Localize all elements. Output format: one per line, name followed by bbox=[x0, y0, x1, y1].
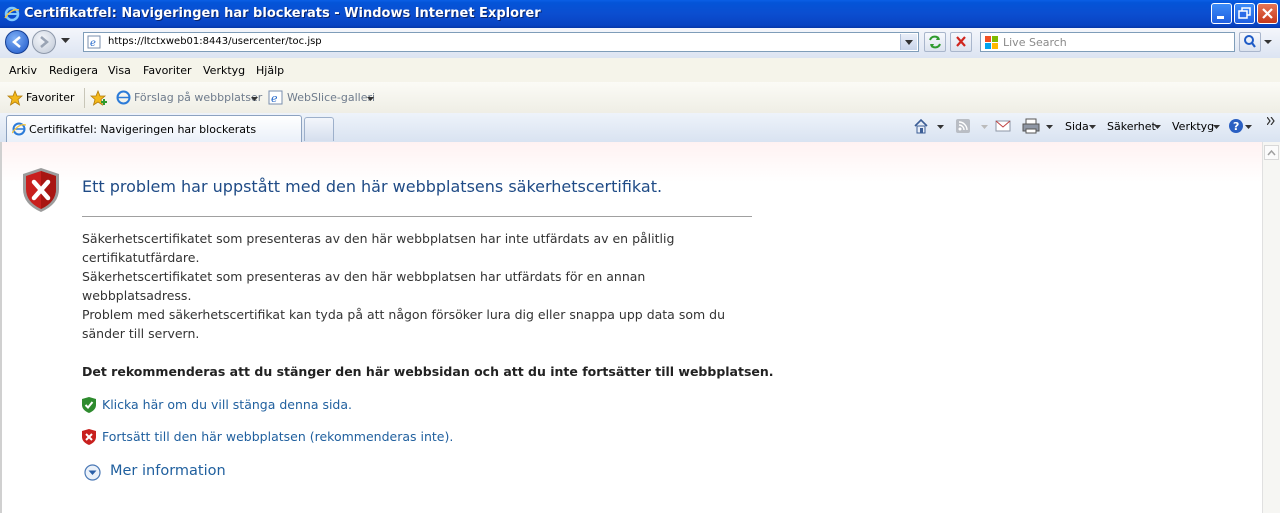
help-icon[interactable]: ? bbox=[1228, 118, 1244, 134]
recommendation-text: Det rekommenderas att du stänger den här… bbox=[82, 364, 774, 379]
refresh-icon bbox=[929, 35, 941, 49]
back-arrow-icon bbox=[12, 36, 21, 48]
ie-logo-icon bbox=[12, 122, 26, 136]
search-button[interactable] bbox=[1239, 32, 1261, 52]
stop-button[interactable] bbox=[950, 32, 972, 52]
feeds-icon[interactable] bbox=[956, 119, 970, 133]
chevron-up-icon bbox=[1267, 149, 1276, 156]
red-shield-icon bbox=[82, 429, 96, 445]
minimize-icon bbox=[1217, 16, 1224, 19]
vertical-scrollbar[interactable] bbox=[1262, 142, 1280, 513]
close-page-link[interactable]: Klicka här om du vill stänga denna sida. bbox=[102, 397, 352, 412]
search-icon bbox=[1244, 35, 1256, 48]
search-placeholder: Live Search bbox=[1003, 36, 1067, 49]
ie-page-icon bbox=[116, 90, 131, 105]
webslice-gallery-link[interactable]: WebSlice-galleri bbox=[287, 91, 375, 104]
recent-pages-dropdown-icon[interactable] bbox=[61, 38, 70, 44]
expand-info-icon[interactable] bbox=[84, 464, 101, 481]
chevron-down-icon bbox=[1089, 125, 1096, 129]
menu-bar: Arkiv Redigera Visa Favoriter Verktyg Hj… bbox=[0, 58, 1280, 83]
webslice-icon: e bbox=[268, 90, 283, 105]
chevron-down-icon bbox=[905, 40, 913, 45]
menu-visa[interactable]: Visa bbox=[108, 64, 131, 77]
safety-menu-button[interactable]: Säkerhet bbox=[1107, 120, 1156, 133]
chevron-down-icon bbox=[1213, 125, 1220, 129]
svg-text:?: ? bbox=[1233, 120, 1239, 133]
search-options-icon[interactable] bbox=[1264, 40, 1272, 45]
menu-redigera[interactable]: Redigera bbox=[49, 64, 98, 77]
scroll-up-button[interactable] bbox=[1264, 145, 1279, 160]
address-input[interactable]: e https://ltctxweb01:8443/usercenter/toc… bbox=[83, 32, 919, 52]
green-shield-icon bbox=[82, 397, 96, 413]
ie-logo-icon bbox=[4, 6, 20, 22]
menu-verktyg[interactable]: Verktyg bbox=[203, 64, 245, 77]
menu-arkiv[interactable]: Arkiv bbox=[9, 64, 37, 77]
mail-icon[interactable] bbox=[995, 120, 1011, 132]
forward-arrow-icon bbox=[40, 36, 49, 48]
chevron-down-icon bbox=[981, 125, 988, 129]
chevron-overflow-icon[interactable] bbox=[1267, 117, 1276, 125]
chevron-down-icon[interactable] bbox=[1245, 125, 1252, 129]
page-menu-button[interactable]: Sida bbox=[1065, 120, 1089, 133]
address-url: https://ltctxweb01:8443/usercenter/toc.j… bbox=[108, 36, 322, 47]
restore-icon bbox=[1238, 7, 1251, 19]
divider bbox=[84, 88, 85, 108]
warning-text: Problem med säkerhetscertifikat kan tyda… bbox=[82, 307, 725, 341]
forward-button[interactable] bbox=[32, 30, 56, 54]
page-icon: e bbox=[87, 35, 101, 49]
live-search-icon bbox=[985, 36, 998, 49]
close-icon bbox=[1262, 8, 1273, 19]
window-title: Certifikatfel: Navigeringen har blockera… bbox=[24, 6, 541, 21]
error-shield-icon bbox=[23, 168, 59, 212]
title-bar: Certifikatfel: Navigeringen har blockera… bbox=[0, 0, 1280, 28]
search-input[interactable]: Live Search bbox=[980, 32, 1235, 52]
back-button[interactable] bbox=[5, 30, 29, 54]
more-info-link[interactable]: Mer information bbox=[110, 463, 226, 479]
chevron-down-icon bbox=[251, 97, 258, 101]
tab-active[interactable]: Certifikatfel: Navigeringen har blockera… bbox=[6, 115, 302, 142]
svg-text:e: e bbox=[271, 92, 278, 105]
stop-icon bbox=[956, 36, 966, 47]
new-tab-button[interactable] bbox=[304, 117, 334, 141]
chevron-down-icon[interactable] bbox=[1046, 125, 1053, 129]
print-icon[interactable] bbox=[1022, 118, 1040, 134]
divider bbox=[82, 216, 752, 217]
favorites-button[interactable]: Favoriter bbox=[26, 91, 74, 104]
page-title: Ett problem har uppstått med den här web… bbox=[82, 177, 663, 196]
tab-label: Certifikatfel: Navigeringen har blockera… bbox=[29, 123, 257, 136]
favorites-star-icon bbox=[7, 90, 23, 106]
add-favorite-icon[interactable] bbox=[90, 90, 108, 106]
svg-text:e: e bbox=[90, 38, 96, 49]
address-toolbar: e https://ltctxweb01:8443/usercenter/toc… bbox=[0, 28, 1280, 59]
menu-favoriter[interactable]: Favoriter bbox=[143, 64, 191, 77]
continue-link[interactable]: Fortsätt till den här webbplatsen (rekom… bbox=[102, 429, 453, 444]
home-icon[interactable] bbox=[913, 118, 929, 134]
minimize-button[interactable] bbox=[1211, 3, 1232, 24]
chevron-down-icon[interactable] bbox=[937, 125, 944, 129]
tools-menu-button[interactable]: Verktyg bbox=[1172, 120, 1214, 133]
address-dropdown-button[interactable] bbox=[900, 34, 917, 50]
suggested-sites-link[interactable]: Förslag på webbplatser bbox=[134, 91, 262, 104]
favorites-bar: Favoriter Förslag på webbplatser e WebSl… bbox=[0, 82, 1280, 114]
menu-hjalp[interactable]: Hjälp bbox=[256, 64, 284, 77]
restore-button[interactable] bbox=[1234, 3, 1255, 24]
reason-untrusted: Säkerhetscertifikatet som presenteras av… bbox=[82, 231, 675, 265]
reason-mismatch: Säkerhetscertifikatet som presenteras av… bbox=[82, 269, 646, 303]
chevron-down-icon bbox=[367, 97, 374, 101]
close-window-button[interactable] bbox=[1257, 3, 1278, 24]
refresh-button[interactable] bbox=[924, 32, 946, 52]
tab-bar: Certifikatfel: Navigeringen har blockera… bbox=[0, 113, 1280, 143]
chevron-down-icon bbox=[1154, 125, 1161, 129]
